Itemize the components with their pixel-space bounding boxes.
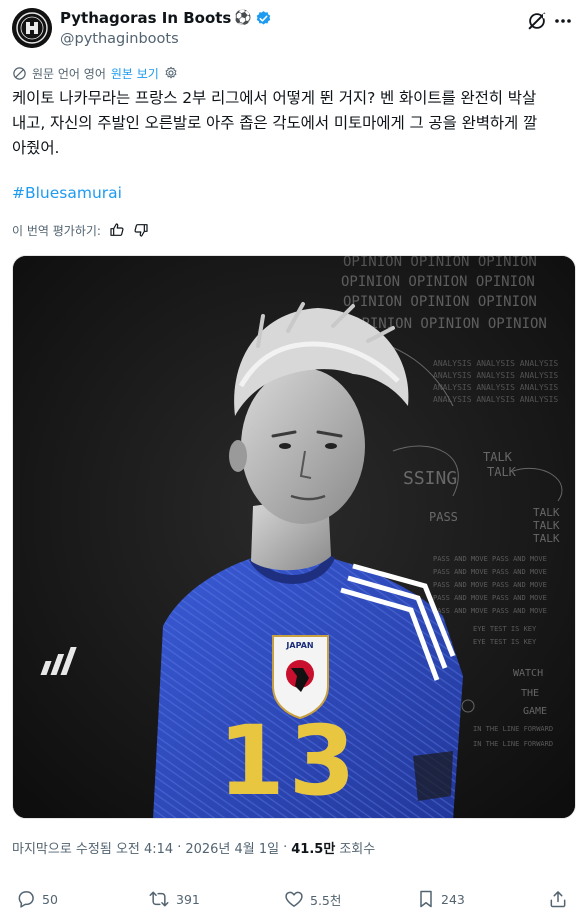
translation-bar: 원문 언어 영어 원본 보기 xyxy=(12,64,178,82)
like-count: 5.5천 xyxy=(310,892,342,908)
svg-text:PASS AND MOVE PASS AND MOVE: PASS AND MOVE PASS AND MOVE xyxy=(433,555,547,563)
reply-count: 50 xyxy=(42,891,58,907)
svg-text:ANALYSIS ANALYSIS ANALYSIS: ANALYSIS ANALYSIS ANALYSIS xyxy=(433,371,558,380)
thumbs-up-icon[interactable] xyxy=(109,222,125,238)
club-crest-icon xyxy=(12,8,52,48)
svg-text:ANALYSIS ANALYSIS ANALYSIS: ANALYSIS ANALYSIS ANALYSIS xyxy=(433,383,558,392)
edited-time[interactable]: 마지막으로 수정됨 오전 4:14 xyxy=(12,838,173,857)
source-language-label: 원문 언어 영어 xyxy=(32,66,106,81)
svg-text:PASS: PASS xyxy=(429,510,458,524)
jersey-badge-text: JAPAN xyxy=(285,641,313,650)
hashtag-link[interactable]: #Bluesamurai xyxy=(12,180,122,206)
tweet-text: 케이토 나카무라는 프랑스 2부 리그에서 어떻게 뛴 거지? 벤 화이트를 완… xyxy=(12,89,538,157)
svg-text:OPINION OPINION OPINION: OPINION OPINION OPINION xyxy=(343,294,537,310)
svg-text:IN THE LINE FORWARD: IN THE LINE FORWARD xyxy=(473,740,553,748)
bookmark-button[interactable]: 243 xyxy=(417,884,465,914)
rate-translation-row: 이 번역 평가하기: xyxy=(12,220,149,240)
tweet-date[interactable]: 2026년 4월 1일 xyxy=(185,838,279,857)
reply-button[interactable]: 50 xyxy=(16,884,58,914)
svg-text:OPINION OPINION OPINION: OPINION OPINION OPINION xyxy=(353,316,547,332)
repost-count: 391 xyxy=(176,891,200,907)
svg-text:EYE TEST IS KEY: EYE TEST IS KEY xyxy=(473,638,537,646)
svg-text:PASS AND MOVE PASS AND MOVE: PASS AND MOVE PASS AND MOVE xyxy=(433,607,547,615)
translate-icon xyxy=(13,66,26,80)
bookmark-count: 243 xyxy=(441,891,465,907)
tweet-meta: 마지막으로 수정됨 오전 4:14 · 2026년 4월 1일 · 41.5만 … xyxy=(12,838,375,857)
svg-text:PASS AND MOVE PASS AND MOVE: PASS AND MOVE PASS AND MOVE xyxy=(433,581,547,589)
more-options-icon[interactable] xyxy=(554,10,572,32)
meta-separator-2: · xyxy=(283,840,288,855)
svg-text:OPINION OPINION OPINION: OPINION OPINION OPINION xyxy=(343,256,537,270)
svg-text:ANALYSIS ANALYSIS ANALYSIS: ANALYSIS ANALYSIS ANALYSIS xyxy=(433,359,558,368)
svg-text:THE: THE xyxy=(521,688,539,699)
svg-text:GAME: GAME xyxy=(523,706,547,717)
rate-translation-label: 이 번역 평가하기: xyxy=(12,223,101,238)
action-bar: 50 391 5.5천 243 xyxy=(12,884,572,914)
thumbs-down-icon[interactable] xyxy=(133,222,149,238)
handle[interactable]: @pythaginboots xyxy=(60,29,272,49)
bookmark-icon xyxy=(420,890,432,908)
share-button[interactable] xyxy=(548,884,568,914)
svg-text:PASS AND MOVE PASS AND MOVE: PASS AND MOVE PASS AND MOVE xyxy=(433,594,547,602)
tweet-header: Pythagoras In Boots ⚽ @pythaginboots xyxy=(12,8,572,50)
display-name[interactable]: Pythagoras In Boots xyxy=(60,9,231,28)
svg-text:IN THE LINE FORWARD: IN THE LINE FORWARD xyxy=(473,725,553,733)
soccer-ball-icon: ⚽ xyxy=(234,10,252,26)
svg-text:TALK: TALK xyxy=(533,506,560,519)
like-button[interactable]: 5.5천 xyxy=(284,884,341,914)
svg-text:TALK: TALK xyxy=(487,465,517,479)
repost-button[interactable]: 391 xyxy=(148,884,200,914)
verified-badge-icon xyxy=(256,11,271,25)
show-original-link[interactable]: 원본 보기 xyxy=(111,65,159,82)
svg-text:PASS AND MOVE PASS AND MOVE: PASS AND MOVE PASS AND MOVE xyxy=(433,568,547,576)
reply-icon xyxy=(18,891,34,908)
avatar[interactable] xyxy=(12,8,52,48)
tweet-media-image[interactable]: OPINION OPINION OPINION OPINION OPINION … xyxy=(12,255,576,819)
svg-text:TALK: TALK xyxy=(483,450,513,464)
svg-text:EYE TEST IS KEY: EYE TEST IS KEY xyxy=(473,625,537,633)
share-icon xyxy=(550,891,566,908)
views-count: 41.5만 xyxy=(291,842,336,857)
player-photo: OPINION OPINION OPINION OPINION OPINION … xyxy=(13,256,575,818)
svg-text:SSING: SSING xyxy=(403,468,457,489)
svg-text:TALK: TALK xyxy=(533,532,560,545)
svg-text:WATCH: WATCH xyxy=(513,668,543,679)
heart-icon xyxy=(285,891,303,907)
meta-separator: · xyxy=(177,840,182,855)
repost-icon xyxy=(149,891,169,907)
views-label: 조회수 xyxy=(339,842,376,857)
grok-icon[interactable] xyxy=(526,10,548,32)
svg-text:TALK: TALK xyxy=(533,519,560,532)
svg-text:OPINION OPINION OPINION: OPINION OPINION OPINION xyxy=(341,274,535,290)
jersey-number: 13 xyxy=(218,705,360,817)
gear-icon[interactable] xyxy=(164,66,178,80)
